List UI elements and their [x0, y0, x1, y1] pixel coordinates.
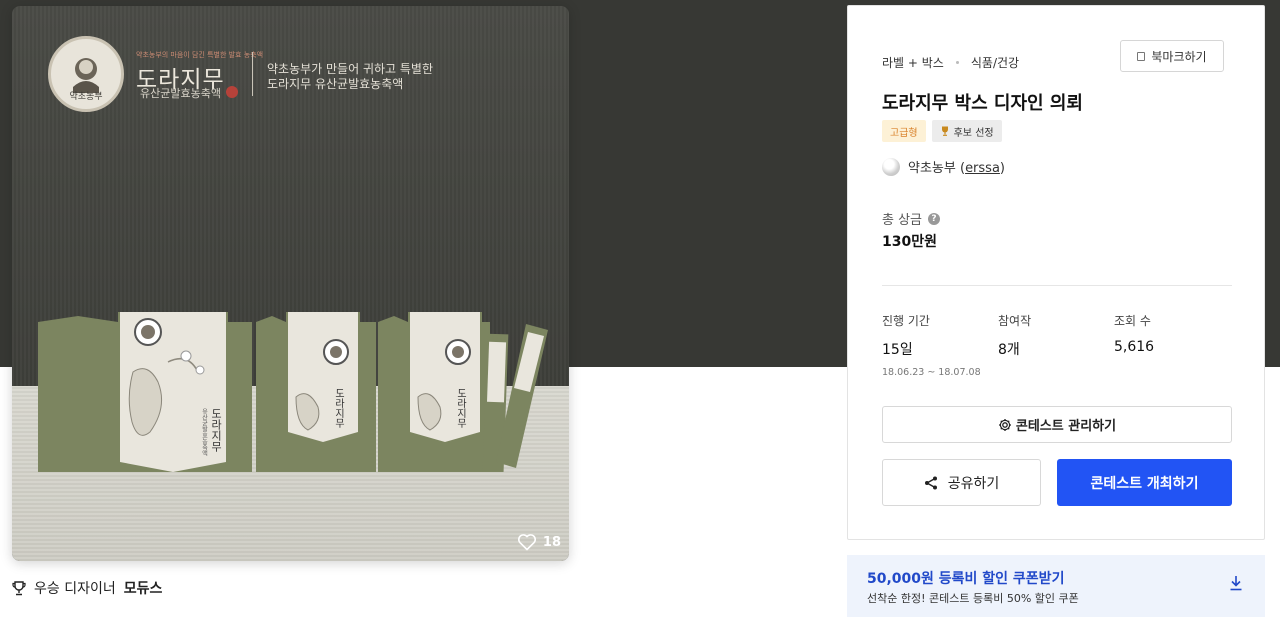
- brand-divider: [252, 52, 253, 96]
- client-username-link[interactable]: erssa: [965, 161, 1000, 176]
- download-icon[interactable]: [1229, 575, 1243, 591]
- red-seal-icon: [226, 86, 238, 98]
- contest-title: 도라지무 박스 디자인 의뢰: [882, 93, 1083, 114]
- stat-value: 8개: [998, 342, 1020, 358]
- category-primary[interactable]: 라벨 + 박스: [882, 54, 944, 71]
- like-counter[interactable]: 18: [517, 533, 561, 551]
- candidate-badge-label: 후보 선정: [953, 127, 994, 139]
- category-breadcrumb: 라벨 + 박스 식품/건강: [882, 54, 1019, 71]
- product-boxes-illustration: 도라지무 유산균발효농축액 도라지무 도라지무: [38, 312, 548, 472]
- separator-dot: [955, 61, 959, 64]
- svg-text:도라지무: 도라지무: [210, 408, 223, 452]
- stat-entries: 참여작 8개: [998, 312, 1031, 359]
- stat-label: 조회 수: [1114, 314, 1151, 328]
- brand-small-text: 약초농부의 마음이 담긴 특별한 발효 농축액: [136, 51, 264, 59]
- stat-value: 15일: [882, 342, 913, 358]
- stat-views: 조회 수 5,616: [1114, 312, 1154, 355]
- stat-label: 진행 기간: [882, 314, 930, 328]
- winner-designer: 우승 디자이너 모듀스: [12, 578, 162, 598]
- share-icon: [924, 476, 937, 489]
- client-info: 약초농부 (erssa): [882, 157, 1005, 176]
- svg-text:유산균발효농축액: 유산균발효농축액: [201, 408, 208, 457]
- client-name: 약초농부: [908, 161, 956, 176]
- heart-outline-icon[interactable]: [517, 533, 537, 551]
- help-icon[interactable]: ?: [928, 212, 941, 225]
- avatar: [882, 157, 900, 176]
- client-paren-close: ): [999, 161, 1005, 176]
- prize-value: 130만원: [882, 234, 937, 250]
- contest-info-panel: 라벨 + 박스 식품/건강 북마크하기 도라지무 박스 디자인 의뢰 고급형 후…: [847, 5, 1265, 540]
- svg-text:도라지무: 도라지무: [455, 388, 467, 429]
- category-secondary[interactable]: 식품/건강: [971, 54, 1019, 71]
- svg-text:약초농부: 약초농부: [69, 90, 102, 101]
- divider: [882, 285, 1232, 286]
- share-label: 공유하기: [947, 475, 1000, 492]
- coupon-title[interactable]: 50,000원 등록비 할인 쿠폰받기: [867, 568, 1064, 588]
- winner-name[interactable]: 모듀스: [124, 578, 163, 598]
- gear-icon: [998, 418, 1011, 431]
- winner-prefix: 우승 디자이너: [34, 581, 116, 597]
- candidate-badge: 후보 선정: [931, 120, 1002, 142]
- stat-label: 참여작: [998, 314, 1032, 328]
- bookmark-label: 북마크하기: [1151, 49, 1207, 64]
- prize-label-text: 총 상금: [882, 213, 923, 228]
- brand-emblem-logo: 약초농부: [48, 36, 124, 112]
- bookmark-icon: [1137, 51, 1146, 61]
- stat-value: 5,616: [1114, 339, 1155, 355]
- trophy-icon: [941, 126, 948, 136]
- host-contest-button[interactable]: 콘테스트 개최하기: [1057, 459, 1232, 506]
- brand-tagline-2: 도라지무 유산균발효농축액: [267, 77, 404, 91]
- share-button[interactable]: 공유하기: [882, 459, 1041, 506]
- bookmark-button[interactable]: 북마크하기: [1120, 40, 1224, 72]
- stat-duration: 진행 기간 15일 18.06.23 ~ 18.07.08: [882, 312, 981, 378]
- stat-date-range: 18.06.23 ~ 18.07.08: [882, 367, 981, 378]
- svg-text:도라지무: 도라지무: [333, 388, 345, 429]
- brand-subtitle: 유산균발효농축액: [140, 87, 221, 100]
- manage-contest-label: 콘테스트 관리하기: [1015, 419, 1117, 434]
- coupon-banner[interactable]: 50,000원 등록비 할인 쿠폰받기 선착순 한정! 콘테스트 등록비 50%…: [847, 555, 1265, 617]
- like-count: 18: [542, 534, 561, 550]
- prize-label: 총 상금 ?: [882, 209, 941, 228]
- badge-group: 고급형 후보 선정: [882, 120, 1002, 142]
- manage-contest-button[interactable]: 콘테스트 관리하기: [882, 406, 1232, 443]
- winning-design-image[interactable]: 약초농부 약초농부의 마음이 담긴 특별한 발효 농축액 도라지무 유산균발효농…: [12, 6, 569, 561]
- coupon-description: 선착순 한정! 콘테스트 등록비 50% 할인 쿠폰: [867, 592, 1079, 605]
- trophy-icon: [12, 580, 26, 595]
- tier-badge: 고급형: [882, 120, 926, 142]
